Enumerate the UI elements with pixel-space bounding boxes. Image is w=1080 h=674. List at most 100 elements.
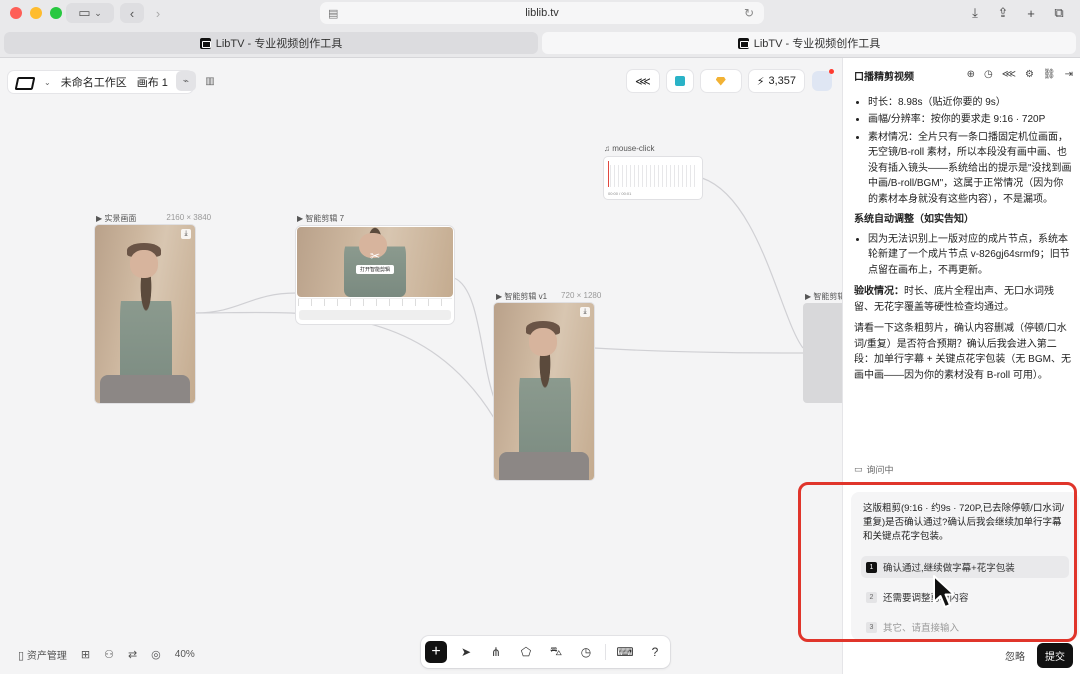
option-number: 2 bbox=[866, 591, 877, 603]
panel-title: 口播精剪视频 bbox=[854, 71, 914, 83]
chat-bubble-icon: ▭ bbox=[854, 464, 863, 474]
video-thumbnail bbox=[494, 303, 594, 480]
zoom-level[interactable]: 40% bbox=[175, 649, 195, 660]
eye-icon[interactable]: ◎ bbox=[151, 648, 161, 661]
submit-button[interactable]: 提交 bbox=[1037, 643, 1073, 668]
download-icon[interactable]: ⤓ bbox=[181, 229, 191, 239]
url-text: liblib.tv bbox=[525, 7, 559, 19]
scissors-icon: ✂ bbox=[369, 249, 381, 263]
tab-2[interactable]: LibTV - 专业视频创作工具 bbox=[542, 32, 1076, 54]
node-size: 2160 × 3840 bbox=[166, 213, 212, 222]
back-button[interactable]: ‹ bbox=[120, 3, 144, 23]
editor-node-smart-edit-7[interactable]: ✂ 打开智能剪辑 bbox=[296, 226, 454, 324]
node-title-smart-edit-7: ▶ 智能剪辑 7 bbox=[297, 213, 344, 224]
window-controls bbox=[10, 7, 62, 19]
node-title-smart-edit-v1: ▶ 智能剪辑 v1 720 × 1280 bbox=[496, 291, 601, 302]
option-number: 1 bbox=[866, 561, 877, 573]
share-icon[interactable]: ⇪ bbox=[994, 4, 1012, 22]
status-line: ▭ 询问中 bbox=[854, 463, 894, 476]
ignore-button[interactable]: 忽略 bbox=[1005, 648, 1025, 663]
connection-line bbox=[194, 292, 297, 314]
add-node-button[interactable]: + bbox=[425, 641, 447, 663]
chevron-down-icon: ⌄ bbox=[94, 7, 102, 18]
download-icon[interactable]: ⤓ bbox=[966, 4, 984, 22]
collapse-panel-icon[interactable]: ⇥ bbox=[1065, 69, 1073, 80]
history-icon[interactable]: ◷ bbox=[575, 641, 597, 663]
node-title-mouse-click: ♫ mouse-click bbox=[604, 144, 654, 153]
editor-preview: ✂ 打开智能剪辑 bbox=[297, 227, 453, 297]
reload-icon[interactable]: ↻ bbox=[744, 6, 754, 20]
option-confirm[interactable]: 1 确认通过,继续做字幕+花字包装 bbox=[861, 556, 1069, 578]
download-icon[interactable]: ⤓ bbox=[580, 307, 590, 317]
list-item: 素材情况：全片只有一条口播固定机位画面，无空镜/B-roll 素材，所以本段没有… bbox=[868, 130, 1072, 208]
audio-node-label: ♫ mouse-click bbox=[604, 144, 654, 153]
timeline-track[interactable] bbox=[299, 310, 451, 320]
timeline-ruler bbox=[298, 298, 452, 306]
vehicle-icon[interactable]: ⛍ bbox=[545, 641, 567, 663]
connect-nodes-icon[interactable]: ⋔ bbox=[485, 641, 507, 663]
minimize-window-button[interactable] bbox=[30, 7, 42, 19]
add-icon[interactable]: ⊕ bbox=[967, 69, 975, 80]
node-size: 720 × 1280 bbox=[561, 291, 602, 300]
adjust-list: 因为无法识别上一版对应的成片节点，系统本轮新建了一个成片节点 v-826gj64… bbox=[854, 232, 1072, 279]
audio-time: 00:00 / 00:01 bbox=[608, 191, 632, 196]
tab-1[interactable]: LibTV - 专业视频创作工具 bbox=[4, 32, 538, 54]
audio-waveform bbox=[610, 165, 696, 187]
address-bar[interactable]: ▤ liblib.tv ↻ bbox=[320, 2, 764, 24]
option-other-input[interactable]: 3 其它、请直接输入 bbox=[861, 616, 1069, 638]
settings-icon[interactable]: ⚙ bbox=[1025, 69, 1034, 80]
share-icon[interactable]: ⋘ bbox=[1002, 69, 1016, 80]
video-node-real-scene[interactable]: ⤓ bbox=[95, 225, 195, 403]
grid-icon[interactable]: ⊞ bbox=[81, 648, 90, 661]
status-text: 询问中 bbox=[866, 465, 894, 475]
panel-header: 口播精剪视频 ⊕ ◷ ⋘ ⚙ ⛓ ⇥ bbox=[843, 58, 1080, 92]
option-adjust[interactable]: 2 还需要调整剪辑内容 bbox=[861, 586, 1069, 608]
chevron-left-icon: ‹ bbox=[129, 5, 135, 21]
bottom-toolbar: + ➤ ⋔ ⬠ ⛍ ◷ ⌨ ? bbox=[421, 636, 670, 668]
shapes-icon[interactable]: ⬠ bbox=[515, 641, 537, 663]
node-label: ▶ 智能剪辑 7 bbox=[297, 214, 345, 223]
keyboard-icon[interactable]: ⌨ bbox=[614, 641, 636, 663]
tab-bar: LibTV - 专业视频创作工具 LibTV - 专业视频创作工具 bbox=[4, 32, 1076, 54]
summary-list: 时长：8.98s（贴近你要的 9s） 画幅/分辨率：按你的要求走 9:16 · … bbox=[854, 95, 1072, 208]
question-card: 这版粗剪(9:16 · 约9s · 720P,已去除停顿/口水词/重复)是否确认… bbox=[851, 492, 1079, 640]
music-note-icon: ♫ bbox=[604, 144, 610, 153]
sidebar-toggle-button[interactable]: ▭ ⌄ bbox=[66, 3, 114, 23]
swap-icon[interactable]: ⇄ bbox=[128, 648, 137, 661]
tab-title: LibTV - 专业视频创作工具 bbox=[215, 38, 343, 50]
panel-actions: ⊕ ◷ ⋘ ⚙ ⛓ ⇥ bbox=[967, 69, 1073, 80]
page-icon: ▤ bbox=[328, 7, 339, 20]
video-node-clipped[interactable] bbox=[803, 303, 842, 403]
video-node-smart-edit-v1[interactable]: ⤓ bbox=[494, 303, 594, 480]
libtv-favicon-icon bbox=[737, 37, 749, 49]
asset-manager-button[interactable]: ▯ 资产管理 bbox=[18, 647, 67, 662]
question-text: 这版粗剪(9:16 · 约9s · 720P,已去除停顿/口水词/重复)是否确认… bbox=[863, 503, 1064, 542]
close-window-button[interactable] bbox=[10, 7, 22, 19]
libtv-favicon-icon bbox=[199, 37, 211, 49]
video-thumbnail bbox=[95, 225, 195, 403]
node-title-real-scene: ▶ 实景画面 2160 × 3840 bbox=[96, 213, 211, 224]
tab-overview-icon[interactable]: ⧉ bbox=[1050, 4, 1068, 22]
acceptance-label: 验收情况： bbox=[854, 286, 904, 297]
canvas-area[interactable]: ⌄ 未命名工作区 画布 1 ⌄ ⌁ ▥ ⋘ ⚡ 3,357 ▶ 实景画面 216… bbox=[0, 58, 842, 674]
link-icon[interactable]: ⛓ bbox=[1043, 69, 1056, 80]
audio-node-mouse-click[interactable]: 00:00 / 00:01 bbox=[604, 157, 702, 199]
assistant-panel: 口播精剪视频 ⊕ ◷ ⋘ ⚙ ⛓ ⇥ 点 v-MI0cPCNHqM) 时长：8.… bbox=[842, 58, 1080, 674]
node-label: ▶ 智能剪辑 v1 bbox=[496, 292, 548, 301]
playhead bbox=[608, 161, 609, 187]
chat-message: 点 v-MI0cPCNHqM) 时长：8.98s（贴近你要的 9s） 画幅/分辨… bbox=[854, 81, 1072, 389]
forward-button[interactable]: › bbox=[146, 3, 170, 23]
pointer-icon[interactable]: ➤ bbox=[455, 641, 477, 663]
new-tab-icon[interactable]: + bbox=[1022, 4, 1040, 22]
option-number: 3 bbox=[866, 621, 877, 633]
open-smart-edit-button[interactable]: 打开智能剪辑 bbox=[355, 265, 395, 274]
maximize-window-button[interactable] bbox=[50, 7, 62, 19]
mouse-cursor-icon bbox=[933, 575, 955, 608]
history-icon[interactable]: ◷ bbox=[984, 69, 993, 80]
help-icon[interactable]: ? bbox=[644, 641, 666, 663]
browser-actions: ⤓ ⇪ + ⧉ bbox=[966, 4, 1068, 22]
acceptance-paragraph: 验收情况：时长、底片全程出声、无口水词残留、无花字覆盖等硬性检查均通过。 bbox=[854, 284, 1072, 315]
user-icon[interactable]: ⚇ bbox=[104, 648, 114, 661]
panel-footer: 忽略 提交 bbox=[1005, 643, 1073, 668]
node-label: ▶ 实景画面 bbox=[96, 214, 137, 223]
